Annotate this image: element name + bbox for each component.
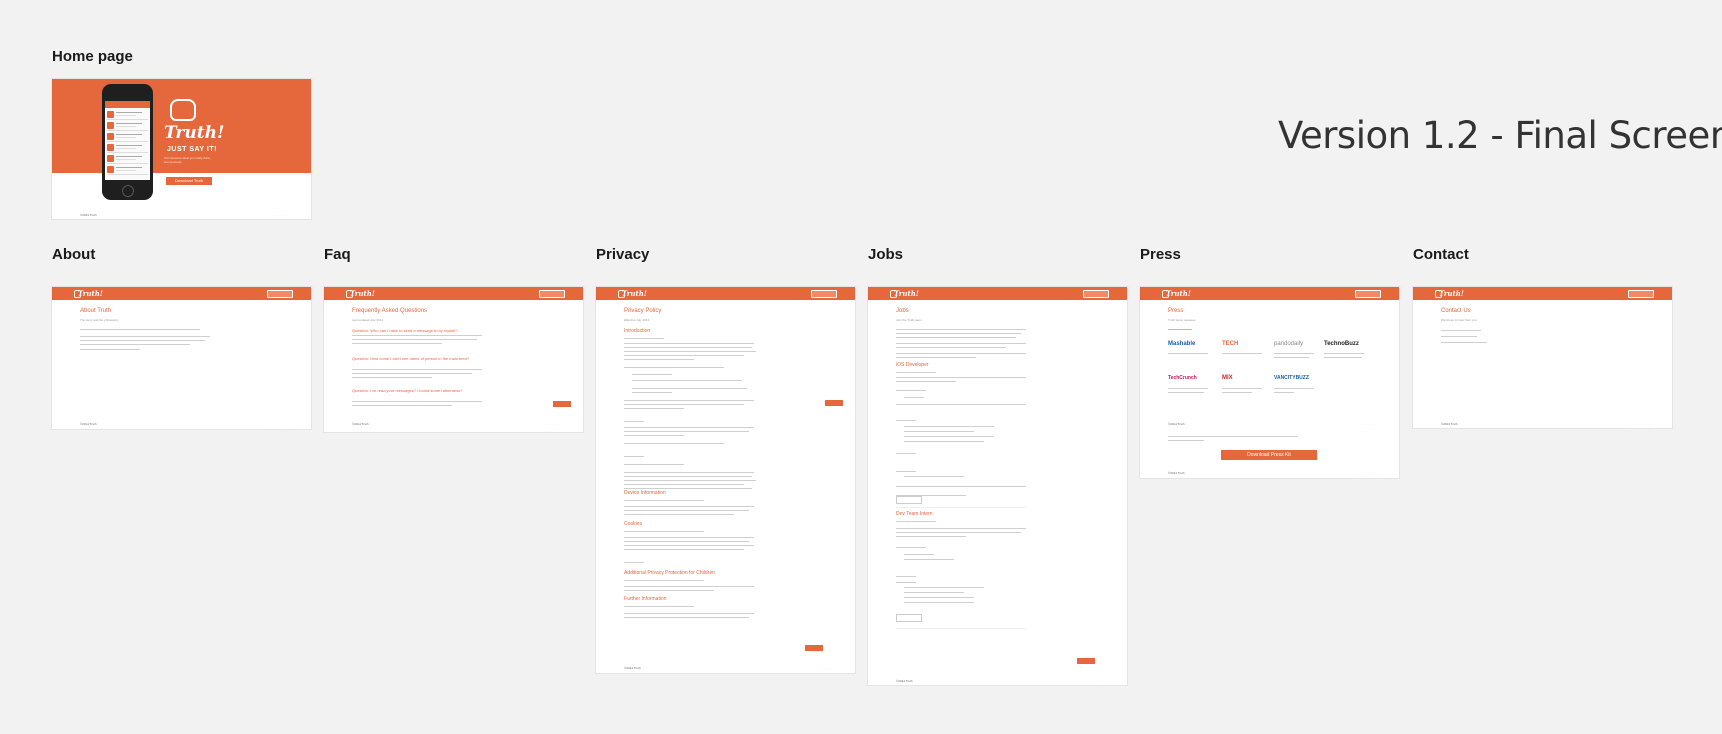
faq-screenshot[interactable]: Truth! Frequently Asked Questions Last u… xyxy=(324,287,583,432)
faq-button[interactable] xyxy=(553,401,571,407)
privacy-screenshot[interactable]: Truth! Privacy Policy Effective July 201… xyxy=(596,287,855,673)
cat-logo-icon xyxy=(170,99,196,121)
section-label-press: Press xyxy=(1140,246,1181,263)
faq-title: Frequently Asked Questions xyxy=(352,308,428,314)
press-kit-button[interactable]: Download Press Kit xyxy=(1221,450,1317,460)
press-logo-tech[interactable]: TECH xyxy=(1222,341,1238,347)
page-title: Version 1.2 - Final Screens xyxy=(1278,114,1722,157)
press-logo-pandodaily[interactable]: pandodaily xyxy=(1274,341,1303,347)
press-logo-techcrunch[interactable]: TechCrunch xyxy=(1168,375,1197,381)
section-label-home: Home page xyxy=(52,48,133,65)
home-description: Tell someone what you really think, anon… xyxy=(164,156,211,164)
press-logo-mashable[interactable]: Mashable xyxy=(1168,341,1195,347)
press-logo-mix[interactable]: MIX xyxy=(1222,375,1233,381)
section-label-faq: Faq xyxy=(324,246,351,263)
jobs-screenshot[interactable]: Truth! Jobs Join the Truth team iOS Deve… xyxy=(868,287,1127,685)
home-logo: Truth! xyxy=(164,123,225,143)
press-logo-technobuzz[interactable]: TechnoBuzz xyxy=(1324,341,1359,347)
about-title: About Truth xyxy=(80,308,112,314)
press-logo-vancitybuzz[interactable]: VANCITYBUZZ xyxy=(1274,375,1309,381)
about-subtitle: The story and the philosophy xyxy=(80,318,119,322)
home-footer-copy: ©2014 Truth xyxy=(80,213,97,217)
section-label-privacy: Privacy xyxy=(596,246,650,263)
contact-title: Contact Us xyxy=(1441,308,1471,314)
download-button[interactable]: Download Truth xyxy=(166,177,212,185)
section-label-about: About xyxy=(52,246,96,263)
about-screenshot[interactable]: Truth! About Truth The story and the phi… xyxy=(52,287,311,429)
phone-mockup xyxy=(102,84,153,200)
section-label-contact: Contact xyxy=(1413,246,1469,263)
home-tagline: JUST SAY IT! xyxy=(167,146,217,153)
contact-screenshot[interactable]: Truth! Contact Us We'd love to hear from… xyxy=(1413,287,1672,428)
press-screenshot[interactable]: Truth! Press Truth press releases Mashab… xyxy=(1140,287,1399,478)
press-title: Press xyxy=(1168,308,1184,314)
home-footer-links[interactable]: · · · · · · · · · xyxy=(270,213,291,217)
home-screenshot[interactable]: Truth! JUST SAY IT! Tell someone what yo… xyxy=(52,79,311,219)
privacy-title: Privacy Policy xyxy=(624,308,662,314)
jobs-title: Jobs xyxy=(896,308,909,314)
section-label-jobs: Jobs xyxy=(868,246,904,263)
